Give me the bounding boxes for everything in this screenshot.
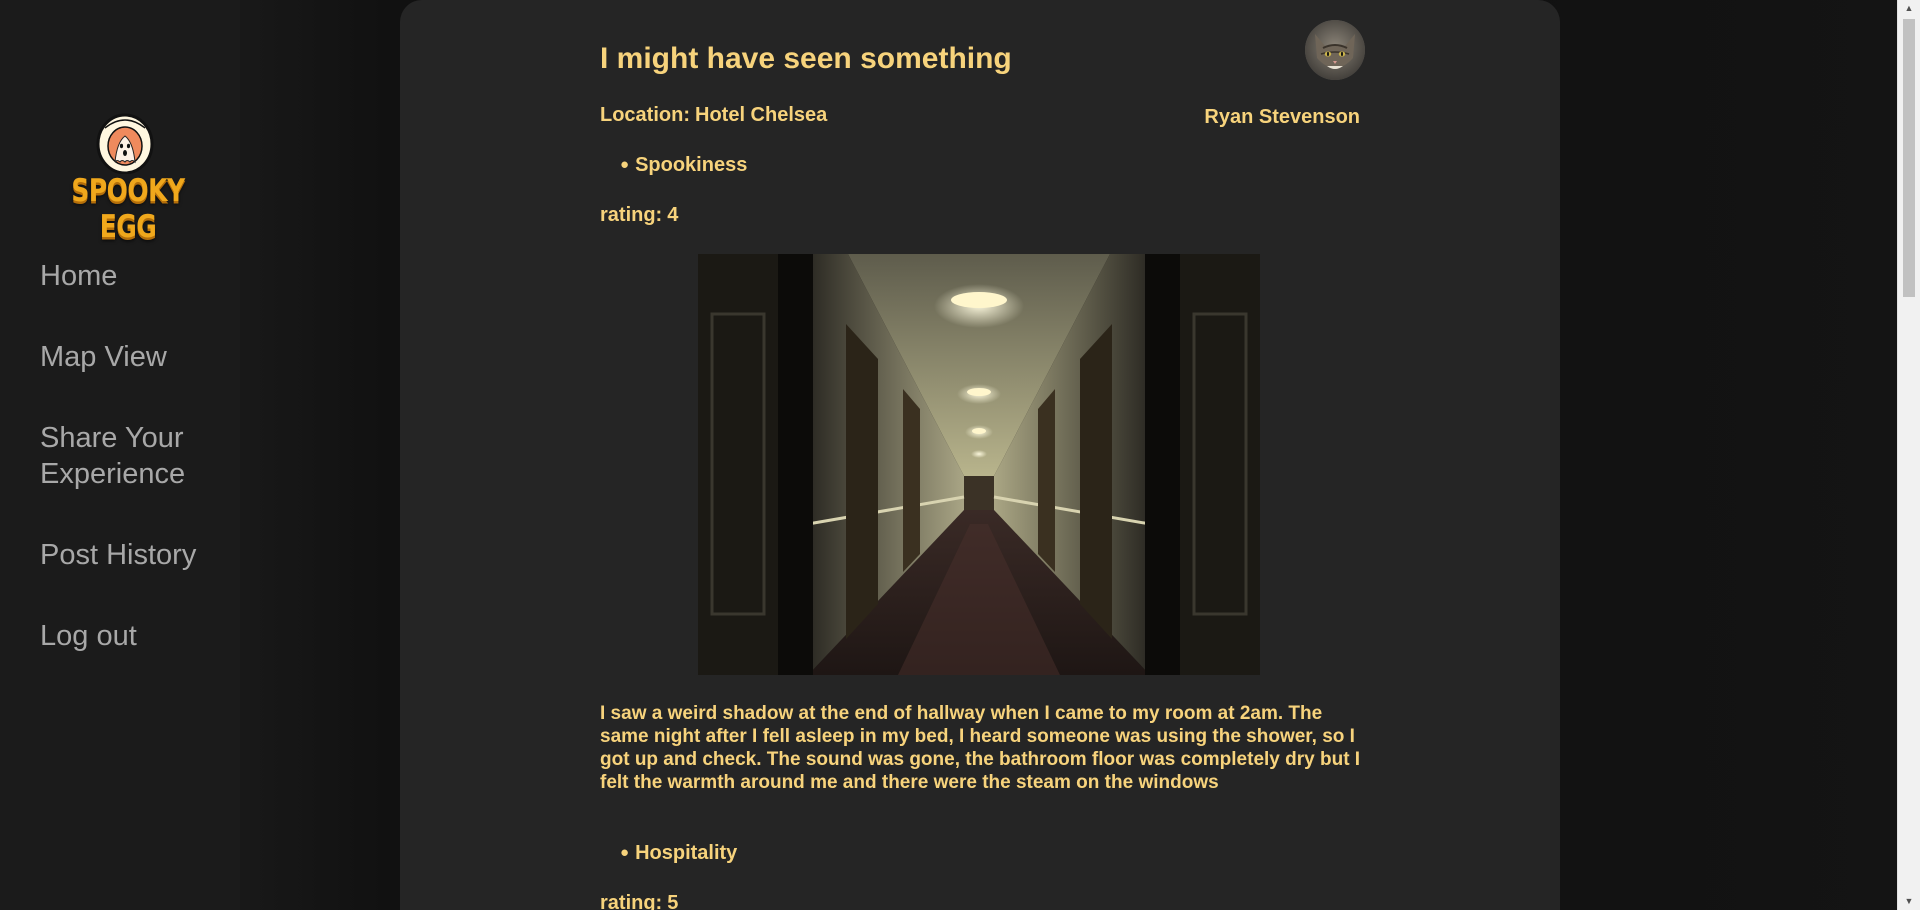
scroll-down-arrow-icon[interactable]: ▼: [1898, 893, 1920, 910]
post-title: I might have seen something: [600, 42, 1012, 75]
rating-label: rating:: [600, 204, 663, 226]
bullet-icon: ●: [620, 844, 630, 861]
cat-avatar-icon: [1305, 20, 1365, 80]
rating-hospitality: rating: 5: [600, 892, 678, 910]
page: SPOOKY EGG Home Map View Share Your Expe…: [0, 0, 1920, 910]
category-spookiness: ● Spookiness: [620, 154, 747, 177]
sidebar-item-map-view[interactable]: Map View: [40, 339, 167, 375]
post-description: I saw a weird shadow at the end of hallw…: [600, 703, 1361, 793]
scrollbar-thumb[interactable]: [1903, 19, 1915, 297]
ghost-egg-icon: [96, 113, 154, 174]
sidebar-item-share-your-experience[interactable]: Share Your Experience: [40, 420, 240, 492]
hotel-hallway-photo: [698, 254, 1260, 675]
post-card: I might have seen something Location: Ho…: [400, 0, 1560, 910]
category-hospitality: ● Hospitality: [620, 842, 737, 865]
sidebar-item-log-out[interactable]: Log out: [40, 618, 137, 654]
bullet-icon: ●: [620, 156, 630, 173]
vertical-scrollbar[interactable]: ▲ ▼: [1897, 0, 1920, 910]
post-author[interactable]: Ryan Stevenson: [1204, 106, 1360, 129]
category-name: Spookiness: [635, 154, 748, 176]
rating-value: 4: [667, 204, 679, 226]
rating-spookiness: rating: 4: [600, 204, 678, 227]
spooky-egg-logo[interactable]: SPOOKY EGG: [60, 108, 196, 245]
category-name: Hospitality: [635, 842, 738, 864]
sidebar: SPOOKY EGG Home Map View Share Your Expe…: [0, 0, 240, 910]
rating-label: rating:: [600, 892, 663, 910]
sidebar-item-home[interactable]: Home: [40, 258, 117, 294]
hallway-image: [698, 254, 1260, 675]
location-value: Hotel Chelsea: [695, 104, 828, 126]
sidebar-item-post-history[interactable]: Post History: [40, 537, 196, 573]
post-location: Location: Hotel Chelsea: [600, 104, 827, 127]
rating-value: 5: [667, 892, 679, 910]
location-label: Location:: [600, 104, 690, 126]
author-avatar[interactable]: [1305, 20, 1365, 80]
logo-text: SPOOKY EGG: [71, 172, 185, 245]
scroll-up-arrow-icon[interactable]: ▲: [1898, 0, 1920, 17]
